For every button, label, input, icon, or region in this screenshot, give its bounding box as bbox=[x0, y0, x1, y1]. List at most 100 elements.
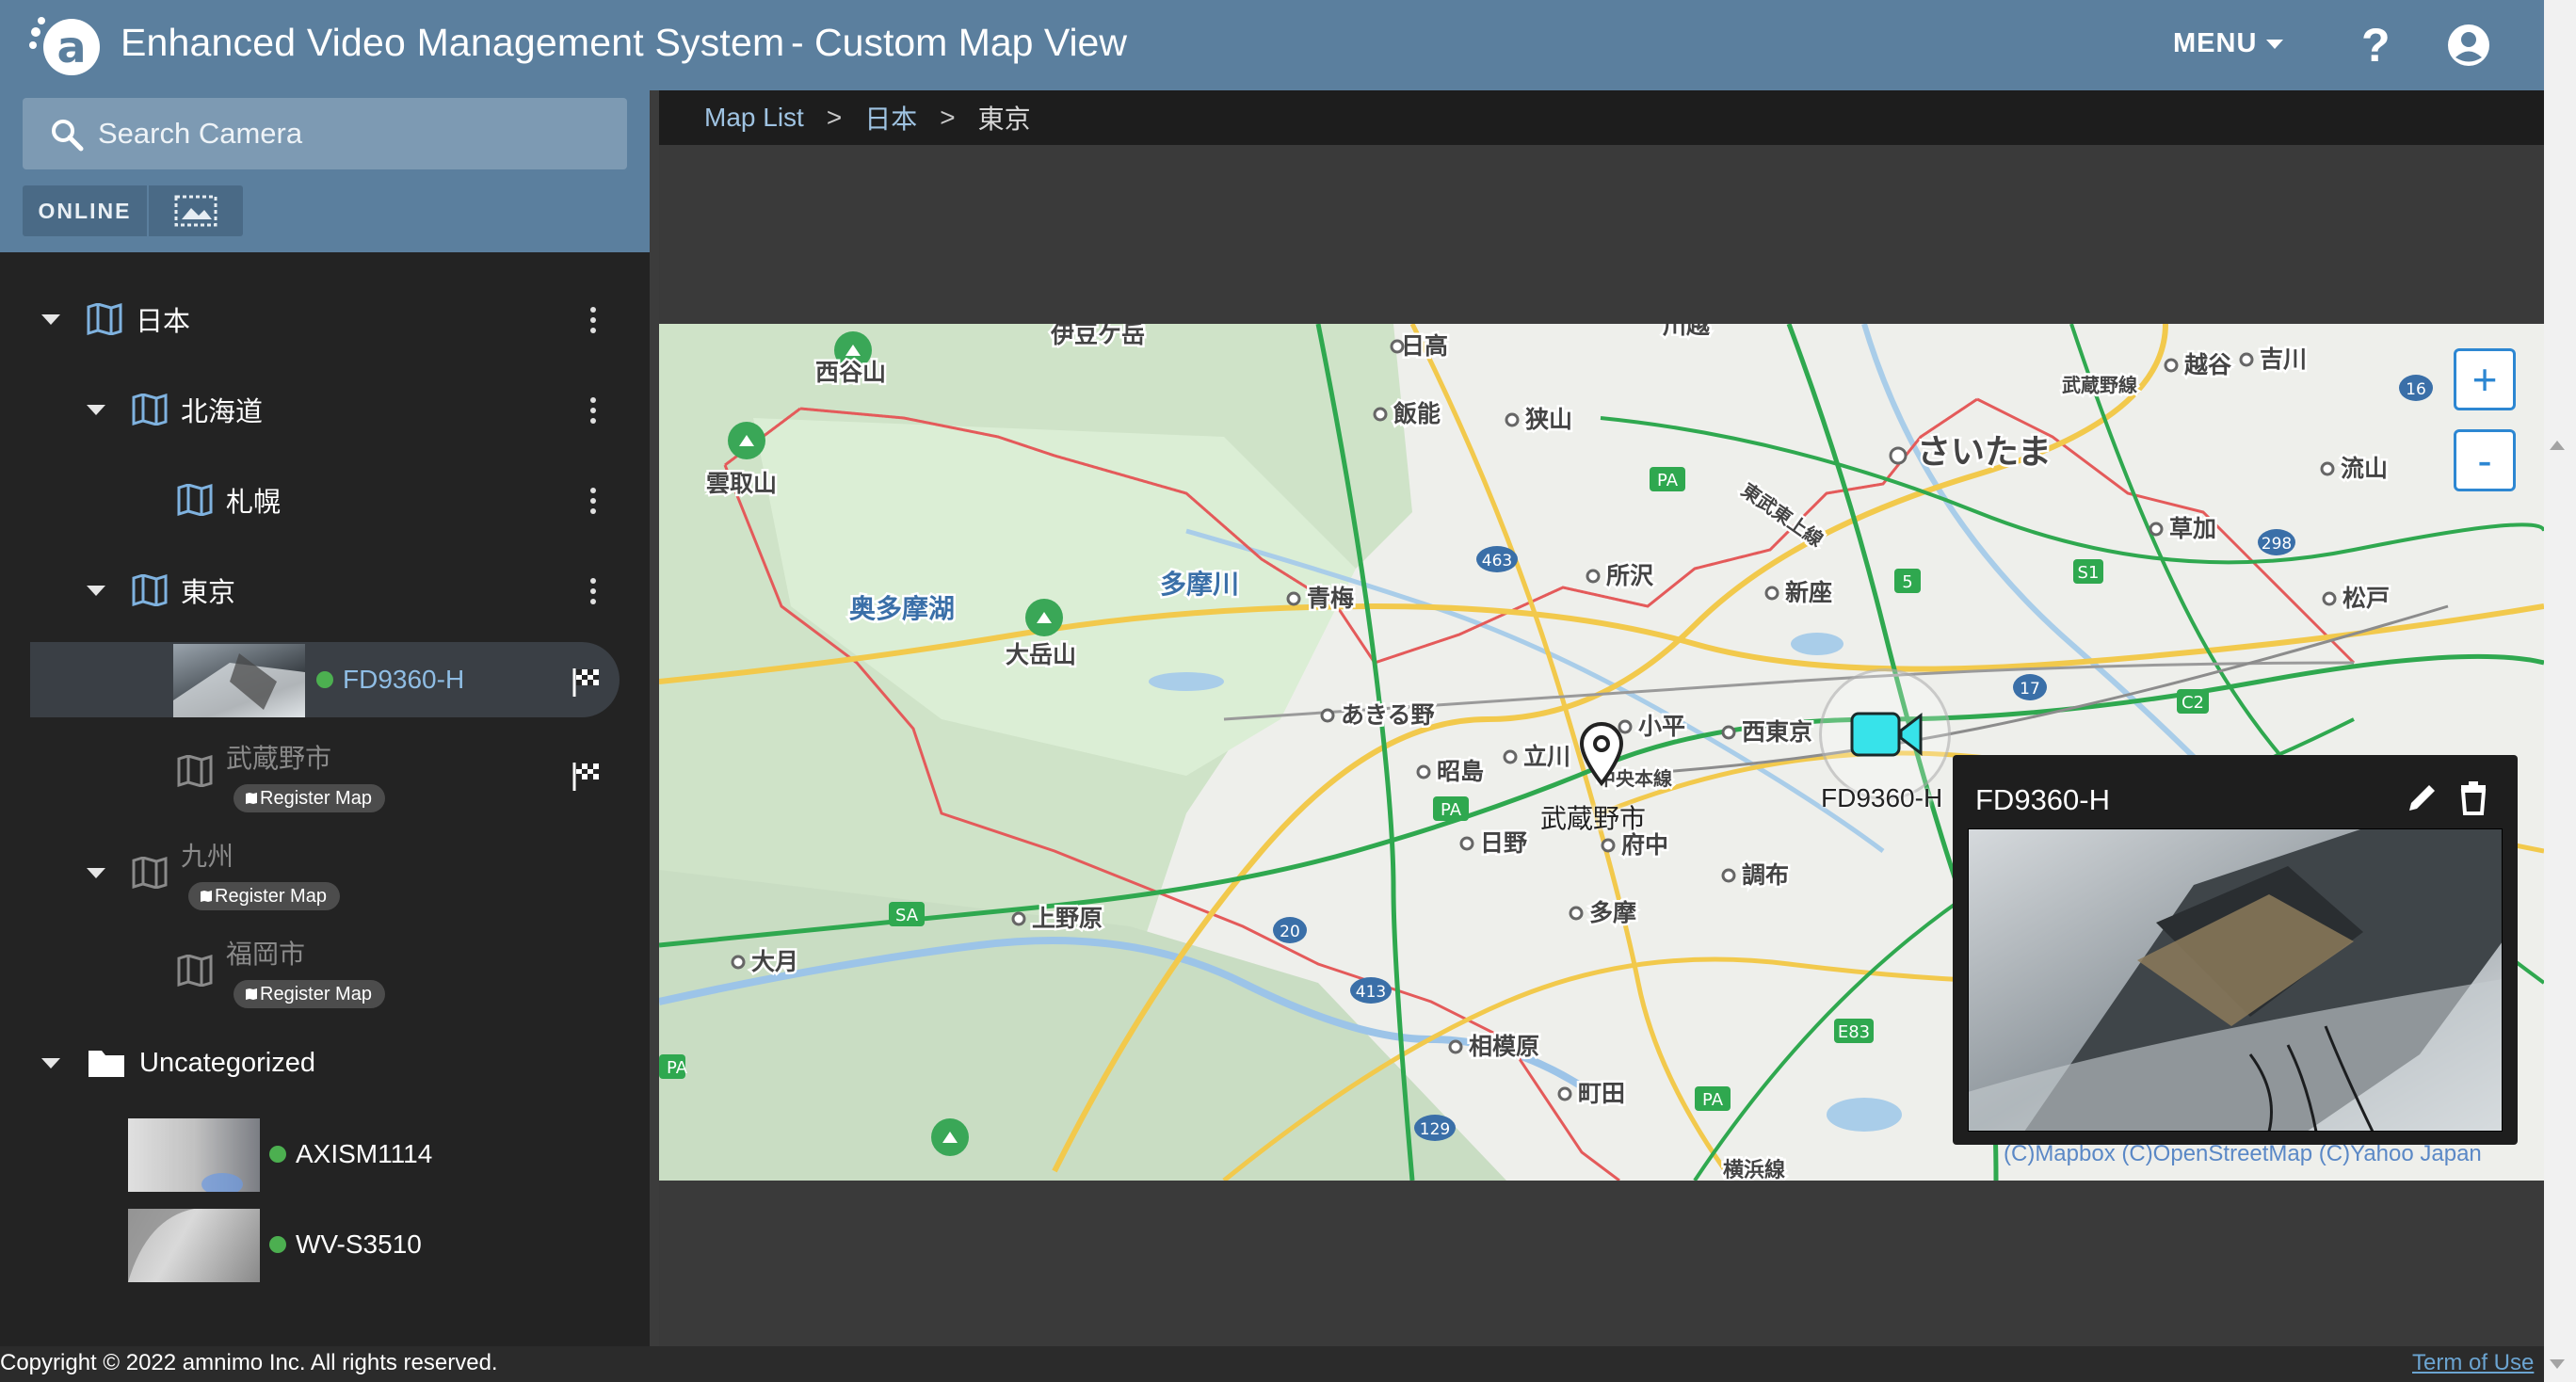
register-map-button[interactable]: Register Map bbox=[233, 784, 385, 812]
tree-node-hokkaido[interactable]: 北海道 bbox=[87, 390, 263, 429]
map-filter-button[interactable] bbox=[149, 185, 243, 236]
route-shield-icon: PA bbox=[1695, 1086, 1731, 1111]
tree-label-tokyo: 東京 bbox=[181, 578, 236, 608]
route-shield-icon: S1 bbox=[2073, 559, 2103, 584]
scroll-down-icon[interactable] bbox=[2550, 1359, 2565, 1369]
more-vert-icon[interactable] bbox=[589, 488, 597, 518]
tree-label-fukuoka: 福岡市 bbox=[226, 940, 306, 969]
sidebar-resize-handle[interactable] bbox=[650, 90, 659, 1346]
map-icon bbox=[246, 988, 257, 1000]
breadcrumb-map-list[interactable]: Map List bbox=[704, 103, 804, 133]
popup-title: FD9360-H bbox=[1975, 783, 2110, 816]
camera-live-view[interactable] bbox=[1968, 828, 2503, 1132]
map-icon bbox=[177, 484, 213, 516]
caret-down-icon[interactable] bbox=[41, 1057, 60, 1069]
checkered-flag-icon[interactable] bbox=[571, 667, 603, 699]
place-label: 狭山 bbox=[1524, 406, 1572, 433]
more-vert-icon[interactable] bbox=[589, 578, 597, 608]
route-shield-icon: C2 bbox=[2177, 689, 2209, 714]
svg-text:SA: SA bbox=[895, 906, 919, 925]
camera-snapshot-image bbox=[128, 1118, 260, 1192]
svg-text:20: 20 bbox=[1280, 923, 1300, 941]
register-map-button[interactable]: Register Map bbox=[188, 882, 340, 910]
search-input[interactable] bbox=[98, 98, 606, 169]
account-circle-icon[interactable] bbox=[2446, 23, 2491, 68]
tree-node-japan[interactable]: 日本 bbox=[41, 299, 190, 339]
scroll-up-icon[interactable] bbox=[2550, 441, 2565, 450]
tree-node-tokyo[interactable]: 東京 bbox=[87, 570, 235, 610]
terms-of-use-link[interactable]: Term of Use bbox=[2412, 1350, 2534, 1376]
caret-down-icon[interactable] bbox=[41, 313, 60, 325]
place-label: 雲取山 bbox=[706, 470, 777, 497]
route-number-icon: 129 bbox=[1414, 1115, 1456, 1141]
place-label: 大岳山 bbox=[1006, 641, 1076, 668]
tree-node-sapporo[interactable]: 札幌 bbox=[177, 480, 281, 520]
place-label: 日高 bbox=[1401, 332, 1448, 360]
camera-thumbnail[interactable] bbox=[173, 644, 305, 717]
svg-text:16: 16 bbox=[2406, 380, 2426, 399]
breadcrumb-tokyo: 東京 bbox=[977, 104, 1031, 134]
place-label: 小平 bbox=[1638, 713, 1685, 740]
place-label: 川越 bbox=[1663, 324, 1711, 339]
camera-snapshot-image bbox=[173, 653, 305, 717]
map-attribution[interactable]: (C)Mapbox (C)OpenStreetMap (C)Yahoo Japa… bbox=[2004, 1141, 2482, 1167]
more-vert-icon[interactable] bbox=[589, 397, 597, 427]
svg-text:S1: S1 bbox=[2078, 563, 2100, 583]
camera-popup: FD9360-H bbox=[1953, 755, 2518, 1145]
place-label: 新座 bbox=[1785, 579, 1832, 606]
online-status-dot bbox=[269, 1236, 286, 1253]
camera-name: WV-S3510 bbox=[296, 1229, 422, 1259]
place-label: 調布 bbox=[1742, 861, 1789, 889]
route-shield-icon: PA bbox=[659, 1054, 688, 1079]
place-label: 越谷 bbox=[2184, 351, 2232, 378]
tree-label-musashino: 武蔵野市 bbox=[226, 744, 332, 773]
route-shield-icon: SA bbox=[889, 902, 925, 926]
videocam-icon[interactable] bbox=[1849, 708, 1924, 761]
more-vert-icon[interactable] bbox=[589, 307, 597, 337]
location-pin-icon[interactable] bbox=[1576, 721, 1627, 787]
place-label: 吉川 bbox=[2260, 346, 2307, 373]
trash-icon[interactable] bbox=[2457, 779, 2489, 815]
camera-thumbnail[interactable] bbox=[128, 1118, 260, 1192]
zoom-out-button[interactable]: - bbox=[2454, 429, 2516, 491]
route-shield-icon: E83 bbox=[1834, 1019, 1874, 1043]
tree-node-musashino[interactable] bbox=[177, 755, 213, 787]
breadcrumb-japan[interactable]: 日本 bbox=[864, 99, 917, 137]
tree-node-kyushu[interactable] bbox=[87, 857, 168, 889]
register-map-button[interactable]: Register Map bbox=[233, 980, 385, 1008]
caret-down-icon[interactable] bbox=[87, 867, 105, 878]
place-label: 青梅 bbox=[1307, 585, 1354, 612]
online-status-dot bbox=[269, 1146, 286, 1163]
page-subtitle: - Custom Map View bbox=[791, 21, 1127, 64]
tree-node-uncategorized[interactable]: Uncategorized bbox=[41, 1047, 315, 1079]
place-label: 相模原 bbox=[1469, 1033, 1539, 1060]
place-label: 多摩 bbox=[1589, 899, 1636, 926]
place-label: 草加 bbox=[2169, 515, 2216, 542]
svg-text:E83: E83 bbox=[1838, 1022, 1870, 1042]
help-icon[interactable]: ? bbox=[2361, 19, 2391, 72]
caret-down-icon[interactable] bbox=[87, 404, 105, 415]
camera-row-axism1114[interactable]: AXISM1114 bbox=[269, 1139, 432, 1169]
place-label: 多摩川 bbox=[1160, 569, 1239, 600]
camera-thumbnail[interactable] bbox=[128, 1209, 260, 1282]
zoom-in-button[interactable]: + bbox=[2454, 348, 2516, 410]
pencil-icon[interactable] bbox=[2405, 779, 2440, 815]
online-status-dot bbox=[316, 671, 333, 688]
camera-search-box[interactable] bbox=[23, 98, 627, 169]
online-filter-button[interactable]: ONLINE bbox=[23, 185, 149, 236]
page-scrollbar[interactable] bbox=[2544, 0, 2576, 1382]
camera-row-wvs3510[interactable]: WV-S3510 bbox=[269, 1229, 422, 1260]
camera-name: FD9360-H bbox=[343, 665, 465, 694]
checkered-flag-icon[interactable] bbox=[571, 761, 603, 793]
tree-node-fukuoka[interactable] bbox=[177, 955, 213, 987]
menu-button[interactable]: MENU bbox=[2173, 28, 2284, 59]
camera-snapshot-image bbox=[1968, 828, 2503, 1132]
place-label: 松戸 bbox=[2343, 585, 2390, 612]
amnimo-logo-icon[interactable]: a bbox=[28, 13, 105, 77]
route-shield-icon: 5 bbox=[1894, 569, 1921, 593]
tree-label-japan: 日本 bbox=[136, 307, 191, 337]
folder-icon bbox=[89, 1051, 124, 1077]
caret-down-icon[interactable] bbox=[87, 585, 105, 596]
camera-fd9360h-label-row[interactable]: FD9360-H bbox=[316, 665, 464, 695]
route-number-icon: 20 bbox=[1273, 917, 1307, 943]
